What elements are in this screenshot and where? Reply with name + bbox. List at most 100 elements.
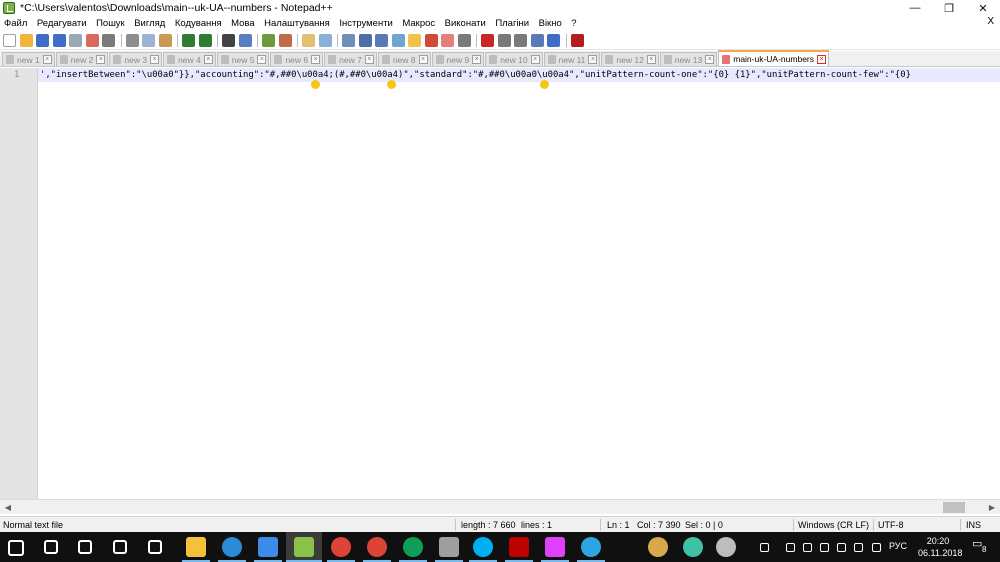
menu-item[interactable]: Плагіни — [495, 18, 529, 29]
menu-item[interactable]: ? — [571, 18, 576, 29]
tab-new-4[interactable]: new 4 × — [163, 52, 216, 66]
udl-icon[interactable] — [391, 34, 405, 47]
close-document-button[interactable]: X — [987, 16, 994, 27]
edge-icon[interactable] — [222, 537, 242, 557]
audio-app-icon[interactable] — [545, 537, 565, 557]
notepadpp-icon[interactable] — [294, 537, 314, 557]
horizontal-scrollbar[interactable]: ◀ ▶ — [0, 499, 1000, 514]
close-tab-icon[interactable]: × — [705, 55, 715, 64]
stop-macro-icon[interactable] — [497, 34, 511, 47]
close-tab-icon[interactable]: × — [311, 55, 321, 64]
menu-item[interactable]: Виконати — [445, 18, 486, 29]
close-icon[interactable] — [69, 34, 82, 47]
indent-guide-icon[interactable] — [375, 34, 388, 47]
tab-new-5[interactable]: new 5 × — [216, 52, 270, 66]
tray-app-2-icon[interactable] — [683, 537, 703, 557]
tab-new-10[interactable]: new 10 × — [485, 52, 543, 66]
close-tab-icon[interactable]: × — [646, 55, 656, 64]
chevron-up-icon[interactable] — [786, 543, 795, 552]
zoom-out-icon[interactable] — [278, 34, 292, 47]
menu-item[interactable]: Редагувати — [37, 18, 87, 29]
scrollbar-thumb[interactable] — [943, 502, 965, 513]
calculator-icon[interactable] — [148, 540, 162, 554]
monitoring-icon[interactable] — [457, 34, 471, 47]
maximize-button[interactable]: ❐ — [932, 0, 966, 16]
save-macro-icon[interactable] — [547, 34, 560, 47]
close-tab-icon[interactable]: × — [817, 54, 827, 64]
editor-area[interactable]: 1 ',"insertBetween":"\u00a0"}},"accounti… — [0, 68, 1000, 499]
play-multiple-icon[interactable] — [530, 34, 544, 47]
remote-desktop-icon[interactable] — [439, 537, 459, 557]
close-tab-icon[interactable]: × — [472, 55, 482, 64]
close-window-button[interactable]: ✕ — [966, 0, 1000, 16]
function-list-icon[interactable] — [424, 34, 438, 47]
menu-item[interactable]: Пошук — [96, 18, 125, 29]
tab-new-9[interactable]: new 9 × — [431, 52, 485, 66]
copy-icon[interactable] — [142, 34, 155, 47]
zoom-in-icon[interactable] — [262, 34, 275, 47]
doc-map-icon[interactable] — [408, 34, 421, 47]
close-tab-icon[interactable]: × — [588, 55, 598, 64]
close-all-icon[interactable] — [85, 34, 99, 47]
scroll-right-icon[interactable]: ▶ — [985, 501, 999, 514]
tab-new-2[interactable]: new 2 × — [55, 52, 109, 66]
show-all-chars-icon[interactable] — [358, 34, 372, 47]
tab-new-12[interactable]: new 12 × — [601, 52, 659, 66]
redo-icon[interactable] — [198, 34, 212, 47]
close-tab-icon[interactable]: × — [364, 55, 374, 64]
tray-app-1-icon[interactable] — [648, 537, 668, 557]
windows-start-icon[interactable] — [8, 540, 24, 556]
minimize-button[interactable]: — — [898, 0, 932, 16]
sync-vertical-icon[interactable] — [302, 34, 315, 47]
menu-item[interactable]: Вікно — [539, 18, 562, 29]
battery-icon[interactable] — [837, 543, 846, 552]
new-file-icon[interactable] — [3, 34, 16, 47]
save-icon[interactable] — [36, 34, 49, 47]
menu-item[interactable]: Інструменти — [339, 18, 393, 29]
tab-new-13[interactable]: new 13 × — [659, 52, 718, 66]
spellcheck-icon[interactable] — [570, 34, 584, 47]
close-tab-icon[interactable]: × — [418, 55, 428, 64]
volume-icon[interactable] — [854, 543, 863, 552]
keyboard-icon[interactable] — [872, 543, 881, 552]
clock[interactable]: 20:20 06.11.2018 — [918, 535, 962, 559]
close-tab-icon[interactable]: × — [42, 55, 52, 64]
people-icon[interactable] — [760, 543, 769, 552]
store-icon[interactable] — [113, 540, 127, 554]
task-view-icon[interactable] — [78, 540, 92, 554]
play-macro-icon[interactable] — [514, 34, 527, 47]
tab-new-6[interactable]: new 6 × — [270, 52, 324, 66]
cloud-icon[interactable] — [803, 543, 812, 552]
telegram-icon[interactable] — [581, 537, 601, 557]
paste-icon[interactable] — [158, 34, 172, 47]
replace-icon[interactable] — [238, 34, 252, 47]
todo-icon[interactable] — [258, 537, 278, 557]
close-tab-icon[interactable]: × — [203, 55, 213, 64]
code-line[interactable]: ',"insertBetween":"\u00a0"}},"accounting… — [40, 69, 998, 82]
network-icon[interactable] — [820, 543, 829, 552]
menu-item[interactable]: Мова — [231, 18, 255, 29]
tab-new-7[interactable]: new 7 × — [324, 52, 377, 66]
tab-new-8[interactable]: new 8 × — [377, 52, 431, 66]
close-tab-icon[interactable]: × — [530, 55, 540, 64]
scroll-left-icon[interactable]: ◀ — [1, 501, 15, 514]
open-file-icon[interactable] — [19, 34, 33, 47]
close-tab-icon[interactable]: × — [150, 55, 160, 64]
sync-horizontal-icon[interactable] — [318, 34, 332, 47]
notification-center-icon[interactable]: ▭ — [972, 537, 982, 550]
menu-item[interactable]: Файл — [4, 18, 27, 29]
cut-icon[interactable] — [125, 34, 139, 47]
search-icon[interactable] — [44, 540, 58, 554]
tray-app-3-icon[interactable] — [716, 537, 736, 557]
skype-icon[interactable] — [473, 537, 493, 557]
tab-new-3[interactable]: new 3 × — [109, 52, 163, 66]
language-indicator[interactable]: РУС — [889, 541, 907, 551]
close-tab-icon[interactable]: × — [96, 55, 106, 64]
tab-new-11[interactable]: new 11 × — [543, 52, 601, 66]
chrome-icon[interactable] — [331, 537, 351, 557]
close-tab-icon[interactable]: × — [257, 55, 267, 64]
menu-item[interactable]: Вигляд — [134, 18, 165, 29]
menu-item[interactable]: Налаштування — [264, 18, 330, 29]
word-wrap-icon[interactable] — [342, 34, 355, 47]
menu-item[interactable]: Кодування — [175, 18, 222, 29]
